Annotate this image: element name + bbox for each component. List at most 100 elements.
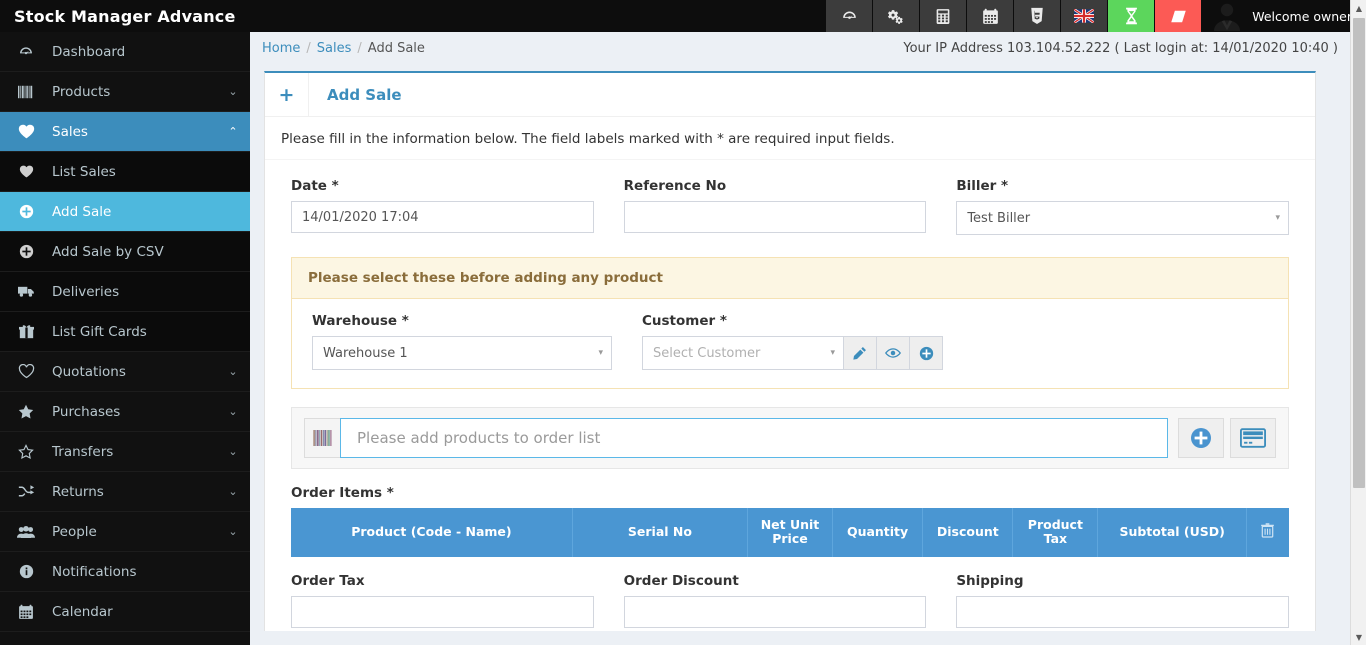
reference-input[interactable] bbox=[623, 201, 927, 233]
order-tax-group: Order Tax bbox=[291, 573, 624, 628]
sidebar-item-products[interactable]: Products ⌄ bbox=[0, 72, 250, 112]
breadcrumb-current: Add Sale bbox=[367, 41, 425, 56]
shipping-input[interactable] bbox=[956, 595, 1289, 628]
sidebar-item-label: Deliveries bbox=[52, 283, 120, 300]
barcode-icon bbox=[0, 85, 52, 99]
page-title: Add Sale bbox=[327, 85, 402, 104]
customer-select[interactable]: Select Customer ▾ bbox=[642, 336, 844, 370]
warehouse-select-value: Warehouse 1 bbox=[323, 345, 408, 361]
calculator-icon[interactable] bbox=[920, 0, 967, 32]
order-items-label: Order Items * bbox=[291, 485, 394, 501]
panel-instructions: Please fill in the information below. Th… bbox=[265, 117, 1315, 160]
gift-icon bbox=[0, 324, 52, 339]
breadcrumb-sales[interactable]: Sales bbox=[317, 41, 352, 56]
callout-body: Warehouse * Warehouse 1 ▾ Customer * Sel… bbox=[292, 299, 1288, 388]
user-greeting: Welcome owner bbox=[1252, 8, 1352, 24]
order-discount-input[interactable] bbox=[623, 595, 927, 628]
order-tax-label: Order Tax bbox=[291, 572, 365, 589]
warehouse-select[interactable]: Warehouse 1 ▾ bbox=[312, 336, 612, 370]
shuffle-icon bbox=[0, 484, 52, 499]
language-flag-icon[interactable] bbox=[1061, 0, 1108, 32]
ip-info: Your IP Address 103.104.52.222 ( Last lo… bbox=[903, 41, 1338, 56]
chevron-down-icon: ⌄ bbox=[228, 405, 238, 418]
biller-label: Biller * bbox=[956, 178, 1009, 194]
page-scrollbar[interactable]: ▲ ▼ bbox=[1350, 0, 1366, 645]
callout-heading: Please select these before adding any pr… bbox=[292, 258, 1288, 299]
truck-icon bbox=[0, 285, 52, 298]
biller-select[interactable]: Test Biller ▾ bbox=[956, 201, 1289, 235]
sidebar-item-add-sale-by-csv[interactable]: Add Sale by CSV bbox=[0, 232, 250, 272]
view-customer-button[interactable] bbox=[877, 336, 910, 370]
date-label: Date * bbox=[291, 178, 339, 194]
chevron-up-icon: ⌃ bbox=[228, 125, 238, 138]
plus-circle-icon bbox=[0, 244, 52, 259]
sidebar-item-label: Dashboard bbox=[52, 43, 126, 60]
warehouse-label: Warehouse * bbox=[312, 313, 409, 329]
settings-gears-icon[interactable] bbox=[873, 0, 920, 32]
panel-header: + Add Sale bbox=[265, 73, 1315, 117]
scroll-down-arrow[interactable]: ▼ bbox=[1351, 629, 1366, 645]
plus-circle-icon bbox=[0, 204, 52, 219]
selection-callout: Please select these before adding any pr… bbox=[291, 257, 1289, 389]
eraser-icon[interactable] bbox=[1155, 0, 1202, 32]
barcode-icon bbox=[304, 418, 340, 458]
sidebar-item-people[interactable]: People ⌄ bbox=[0, 512, 250, 552]
plus-icon[interactable]: + bbox=[265, 73, 309, 116]
add-sale-panel: + Add Sale Please fill in the informatio… bbox=[264, 71, 1316, 631]
add-product-button[interactable] bbox=[1178, 418, 1224, 458]
column-discount: Discount bbox=[922, 508, 1014, 557]
column-product: Product (Code - Name) bbox=[291, 508, 573, 557]
sidebar-item-add-sale[interactable]: Add Sale bbox=[0, 192, 250, 232]
product-search-input[interactable]: Please add products to order list bbox=[340, 418, 1168, 458]
sidebar-item-deliveries[interactable]: Deliveries bbox=[0, 272, 250, 312]
app-brand[interactable]: Stock Manager Advance bbox=[0, 0, 250, 32]
column-quantity: Quantity bbox=[832, 508, 924, 557]
date-field-group: Date * 14/01/2020 17:04 bbox=[291, 178, 624, 235]
order-tax-input[interactable] bbox=[291, 595, 594, 628]
date-input[interactable]: 14/01/2020 17:04 bbox=[291, 201, 594, 233]
column-product-tax: Product Tax bbox=[1012, 508, 1099, 557]
user-menu[interactable]: Welcome owner bbox=[1202, 0, 1366, 32]
calendar-icon[interactable] bbox=[967, 0, 1014, 32]
customer-label: Customer * bbox=[642, 313, 727, 329]
chevron-down-icon: ⌄ bbox=[228, 525, 238, 538]
hourglass-icon[interactable] bbox=[1108, 0, 1155, 32]
calendar-icon bbox=[0, 604, 52, 620]
heart-filled-icon bbox=[0, 165, 52, 178]
heart-filled-icon bbox=[0, 124, 52, 139]
add-customer-button[interactable] bbox=[910, 336, 943, 370]
scrollbar-thumb[interactable] bbox=[1353, 18, 1365, 488]
sidebar-item-transfers[interactable]: Transfers ⌄ bbox=[0, 432, 250, 472]
sidebar-item-label: People bbox=[52, 523, 97, 540]
sidebar-item-calendar[interactable]: Calendar bbox=[0, 592, 250, 632]
sidebar-item-dashboard[interactable]: Dashboard bbox=[0, 32, 250, 72]
primary-fields-row: Date * 14/01/2020 17:04 Reference No Bil… bbox=[291, 178, 1289, 235]
sidebar-item-returns[interactable]: Returns ⌄ bbox=[0, 472, 250, 512]
trash-icon[interactable] bbox=[1261, 523, 1275, 541]
gift-card-button[interactable] bbox=[1230, 418, 1276, 458]
biller-select-value: Test Biller bbox=[967, 210, 1031, 226]
breadcrumb-separator: / bbox=[357, 41, 362, 56]
css3-icon[interactable] bbox=[1014, 0, 1061, 32]
heart-outline-icon bbox=[0, 364, 52, 379]
scroll-up-arrow[interactable]: ▲ bbox=[1351, 0, 1366, 16]
breadcrumb-home[interactable]: Home bbox=[262, 41, 300, 56]
column-subtotal: Subtotal (USD) bbox=[1097, 508, 1247, 557]
sidebar-item-purchases[interactable]: Purchases ⌄ bbox=[0, 392, 250, 432]
breadcrumb: Home / Sales / Add Sale Your IP Address … bbox=[250, 32, 1350, 65]
table-header-row: Product (Code - Name) Serial No Net Unit… bbox=[291, 508, 1289, 557]
dashboard-icon bbox=[0, 44, 52, 60]
sidebar-item-quotations[interactable]: Quotations ⌄ bbox=[0, 352, 250, 392]
chevron-down-icon: ⌄ bbox=[228, 445, 238, 458]
product-search-bar: Please add products to order list bbox=[291, 407, 1289, 469]
sidebar-item-label: Add Sale by CSV bbox=[52, 243, 164, 260]
sidebar-item-list-sales[interactable]: List Sales bbox=[0, 152, 250, 192]
edit-customer-button[interactable] bbox=[844, 336, 877, 370]
users-icon bbox=[0, 525, 52, 539]
sidebar-item-sales[interactable]: Sales ⌃ bbox=[0, 112, 250, 152]
dashboard-icon[interactable] bbox=[826, 0, 873, 32]
sidebar-item-notifications[interactable]: Notifications bbox=[0, 552, 250, 592]
sidebar-item-list-gift-cards[interactable]: List Gift Cards bbox=[0, 312, 250, 352]
topbar-icon-group: Welcome owner bbox=[826, 0, 1366, 32]
column-net-unit-price: Net Unit Price bbox=[747, 508, 833, 557]
